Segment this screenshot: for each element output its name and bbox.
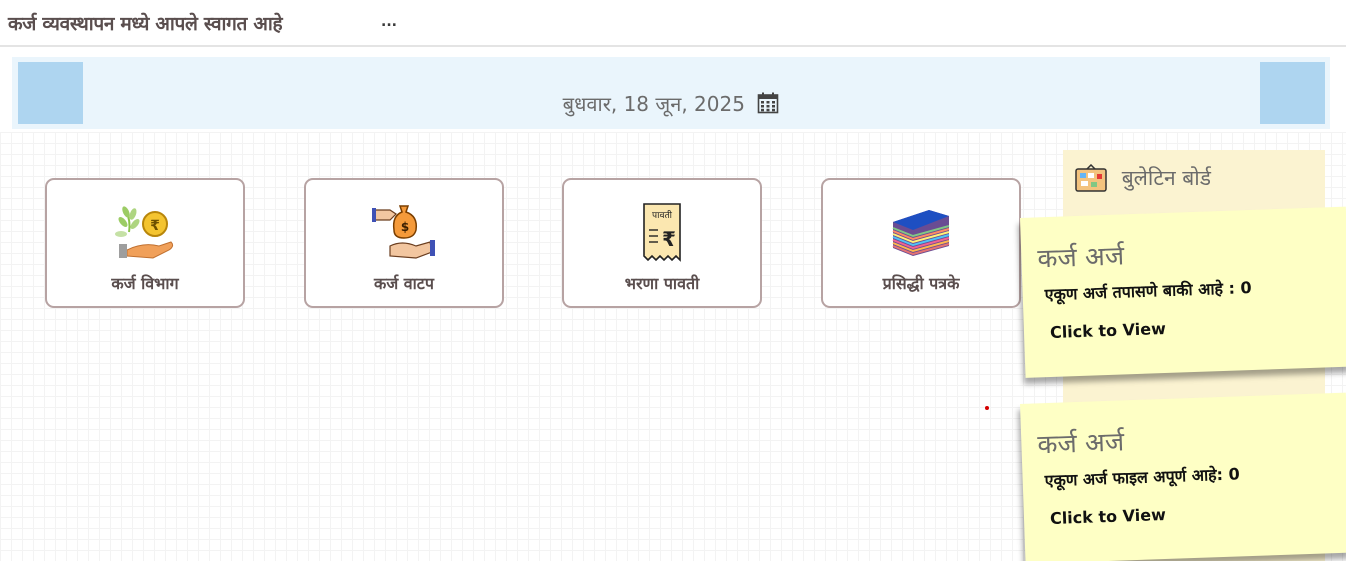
tile-press-releases[interactable]: प्रसिद्धी पत्रके — [821, 178, 1021, 308]
tile-label: भरणा पावती — [624, 274, 700, 293]
sticky-note-incomplete-files[interactable]: कर्ज अर्ज एकूण अर्ज फाइल अपूर्ण आहे: 0 C… — [1020, 392, 1346, 561]
tile-payment-receipt[interactable]: पावती ₹ भरणा पावती — [562, 178, 762, 308]
top-bar: कर्ज व्यवस्थापन मध्ये आपले स्वागत आहे ..… — [0, 0, 1346, 47]
date-banner: बुधवार, 18 जून, 2025 — [12, 57, 1330, 129]
svg-text:₹: ₹ — [662, 227, 676, 251]
crop-loan-icon: ₹ — [47, 202, 243, 266]
sticky-note-pending-check[interactable]: कर्ज अर्ज एकूण अर्ज तपासणे बाकी आहे : 0 … — [1020, 206, 1346, 378]
note-text: एकूण अर्ज तपासणे बाकी आहे : 0 — [1044, 277, 1252, 305]
tile-label: कर्ज वाटप — [374, 274, 434, 293]
click-to-view-link[interactable]: Click to View — [1050, 313, 1346, 342]
bulletin-board-icon — [1075, 163, 1107, 197]
tile-loan-disbursement[interactable]: $ कर्ज वाटप — [304, 178, 504, 308]
bulletin-header: बुलेटिन बोर्ड — [1075, 163, 1211, 197]
more-ellipsis[interactable]: ... — [381, 14, 397, 30]
svg-text:पावती: पावती — [652, 209, 673, 221]
tile-label: प्रसिद्धी पत्रके — [882, 274, 960, 293]
svg-text:$: $ — [401, 220, 409, 234]
svg-text:₹: ₹ — [150, 218, 160, 234]
red-dot — [985, 406, 989, 410]
click-to-view-link[interactable]: Click to View — [1050, 499, 1346, 528]
money-bag-handover-icon: $ — [306, 202, 502, 266]
bulletin-title: बुलेटिन बोर्ड — [1121, 166, 1211, 190]
tile-loan-department[interactable]: ₹ कर्ज विभाग — [45, 178, 245, 308]
page-title: कर्ज व्यवस्थापन मध्ये आपले स्वागत आहे — [8, 13, 283, 35]
note-text: एकूण अर्ज फाइल अपूर्ण आहे: 0 — [1044, 464, 1241, 491]
note-title: कर्ज अर्ज — [1036, 427, 1125, 461]
date-display: बुधवार, 18 जून, 2025 — [12, 90, 1330, 119]
date-text: बुधवार, 18 जून, 2025 — [562, 92, 745, 116]
dashboard-page: कर्ज व्यवस्थापन मध्ये आपले स्वागत आहे ..… — [0, 0, 1346, 561]
note-title: कर्ज अर्ज — [1036, 241, 1125, 275]
calendar-icon[interactable] — [757, 92, 779, 119]
paper-stack-icon — [823, 202, 1019, 266]
receipt-icon: पावती ₹ — [564, 202, 760, 266]
tile-label: कर्ज विभाग — [111, 274, 179, 293]
